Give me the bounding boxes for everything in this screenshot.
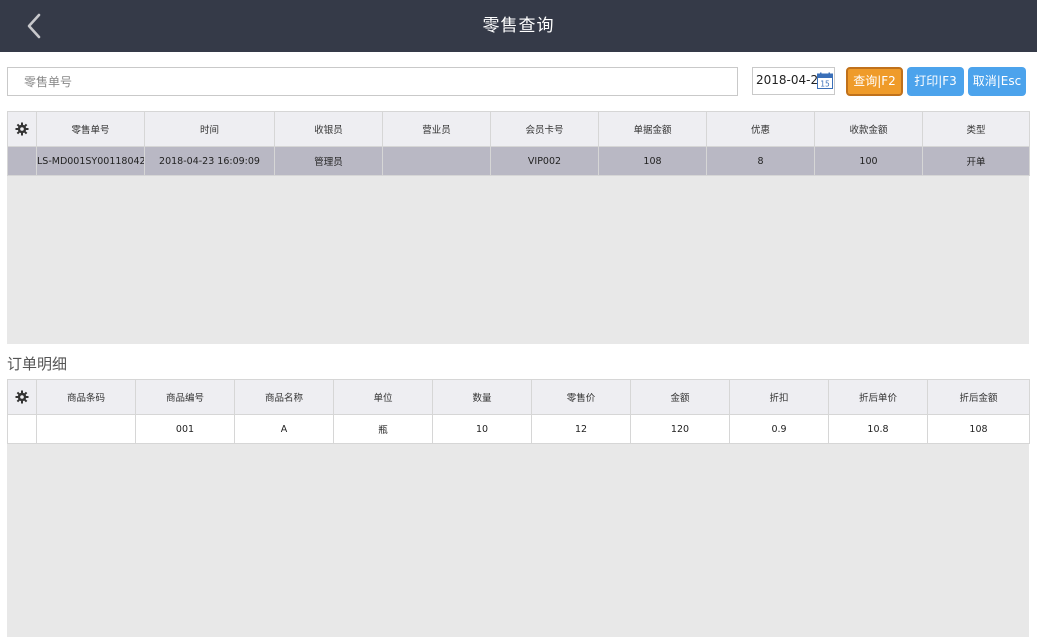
retail-number-search-input[interactable] bbox=[7, 67, 738, 96]
row-selector[interactable] bbox=[7, 414, 37, 444]
table-cell: 10.8 bbox=[828, 414, 928, 444]
row-selector[interactable] bbox=[7, 146, 37, 176]
table-cell: 120 bbox=[630, 414, 730, 444]
column-header[interactable]: 收银员 bbox=[274, 111, 383, 147]
table-cell: 瓶 bbox=[333, 414, 433, 444]
table-cell: 8 bbox=[706, 146, 815, 176]
table-cell: 108 bbox=[927, 414, 1030, 444]
column-header[interactable]: 金额 bbox=[630, 379, 730, 415]
column-header[interactable]: 会员卡号 bbox=[490, 111, 599, 147]
column-header[interactable]: 营业员 bbox=[382, 111, 491, 147]
table-cell: 2018-04-23 16:09:09 bbox=[144, 146, 275, 176]
gear-icon bbox=[15, 390, 29, 404]
column-header[interactable]: 类型 bbox=[922, 111, 1030, 147]
table-cell: 开单 bbox=[922, 146, 1030, 176]
print-button[interactable]: 打印|F3 bbox=[907, 67, 964, 96]
page-title: 零售查询 bbox=[482, 16, 555, 36]
cancel-button[interactable]: 取消|Esc bbox=[968, 67, 1026, 96]
column-header[interactable]: 折后单价 bbox=[828, 379, 928, 415]
table-cell: LS-MD001SY00118042 bbox=[36, 146, 145, 176]
gear-icon bbox=[15, 122, 29, 136]
table-cell bbox=[36, 414, 136, 444]
query-button[interactable]: 查询|F2 bbox=[846, 67, 903, 96]
order-detail-grid: 商品条码 商品编号 商品名称 单位 数量 零售价 金额 折扣 折后单价 折后金额… bbox=[7, 379, 1030, 637]
column-header[interactable]: 优惠 bbox=[706, 111, 815, 147]
column-header[interactable]: 数量 bbox=[432, 379, 532, 415]
calendar-icon[interactable]: 15 bbox=[817, 72, 833, 89]
table-cell: 001 bbox=[135, 414, 235, 444]
table-row[interactable]: LS-MD001SY00118042 2018-04-23 16:09:09 管… bbox=[7, 146, 1030, 176]
column-header[interactable]: 商品编号 bbox=[135, 379, 235, 415]
column-header[interactable]: 商品条码 bbox=[36, 379, 136, 415]
table-cell bbox=[382, 146, 491, 176]
date-picker[interactable]: 2018-04-23 15 bbox=[752, 67, 835, 95]
table-cell: 0.9 bbox=[729, 414, 829, 444]
table-cell: VIP002 bbox=[490, 146, 599, 176]
column-header[interactable]: 单据金额 bbox=[598, 111, 707, 147]
table-cell: 108 bbox=[598, 146, 707, 176]
table-cell: 100 bbox=[814, 146, 923, 176]
table-row[interactable]: 001 A 瓶 10 12 120 0.9 10.8 108 bbox=[7, 414, 1030, 444]
table-cell: 管理员 bbox=[274, 146, 383, 176]
column-header[interactable]: 折扣 bbox=[729, 379, 829, 415]
column-header[interactable]: 单位 bbox=[333, 379, 433, 415]
table-header-row: 商品条码 商品编号 商品名称 单位 数量 零售价 金额 折扣 折后单价 折后金额 bbox=[7, 379, 1030, 415]
table-header-row: 零售单号 时间 收银员 营业员 会员卡号 单据金额 优惠 收款金额 类型 bbox=[7, 111, 1030, 147]
table-cell: 10 bbox=[432, 414, 532, 444]
retail-records-table: 零售单号 时间 收银员 营业员 会员卡号 单据金额 优惠 收款金额 类型 LS-… bbox=[7, 111, 1030, 176]
order-detail-heading: 订单明细 bbox=[7, 355, 68, 373]
date-value: 2018-04-23 bbox=[756, 73, 826, 87]
column-header[interactable]: 时间 bbox=[144, 111, 275, 147]
title-bar: 零售查询 bbox=[0, 0, 1037, 52]
column-header[interactable]: 零售单号 bbox=[36, 111, 145, 147]
column-header[interactable]: 商品名称 bbox=[234, 379, 334, 415]
order-detail-table: 商品条码 商品编号 商品名称 单位 数量 零售价 金额 折扣 折后单价 折后金额… bbox=[7, 379, 1030, 444]
retail-records-grid: 零售单号 时间 收银员 营业员 会员卡号 单据金额 优惠 收款金额 类型 LS-… bbox=[7, 111, 1030, 344]
table-cell: 12 bbox=[531, 414, 631, 444]
column-settings-button[interactable] bbox=[7, 111, 37, 147]
column-header[interactable]: 零售价 bbox=[531, 379, 631, 415]
column-header[interactable]: 折后金额 bbox=[927, 379, 1030, 415]
calendar-day: 15 bbox=[820, 80, 830, 89]
column-settings-button[interactable] bbox=[7, 379, 37, 415]
table-cell: A bbox=[234, 414, 334, 444]
column-header[interactable]: 收款金额 bbox=[814, 111, 923, 147]
